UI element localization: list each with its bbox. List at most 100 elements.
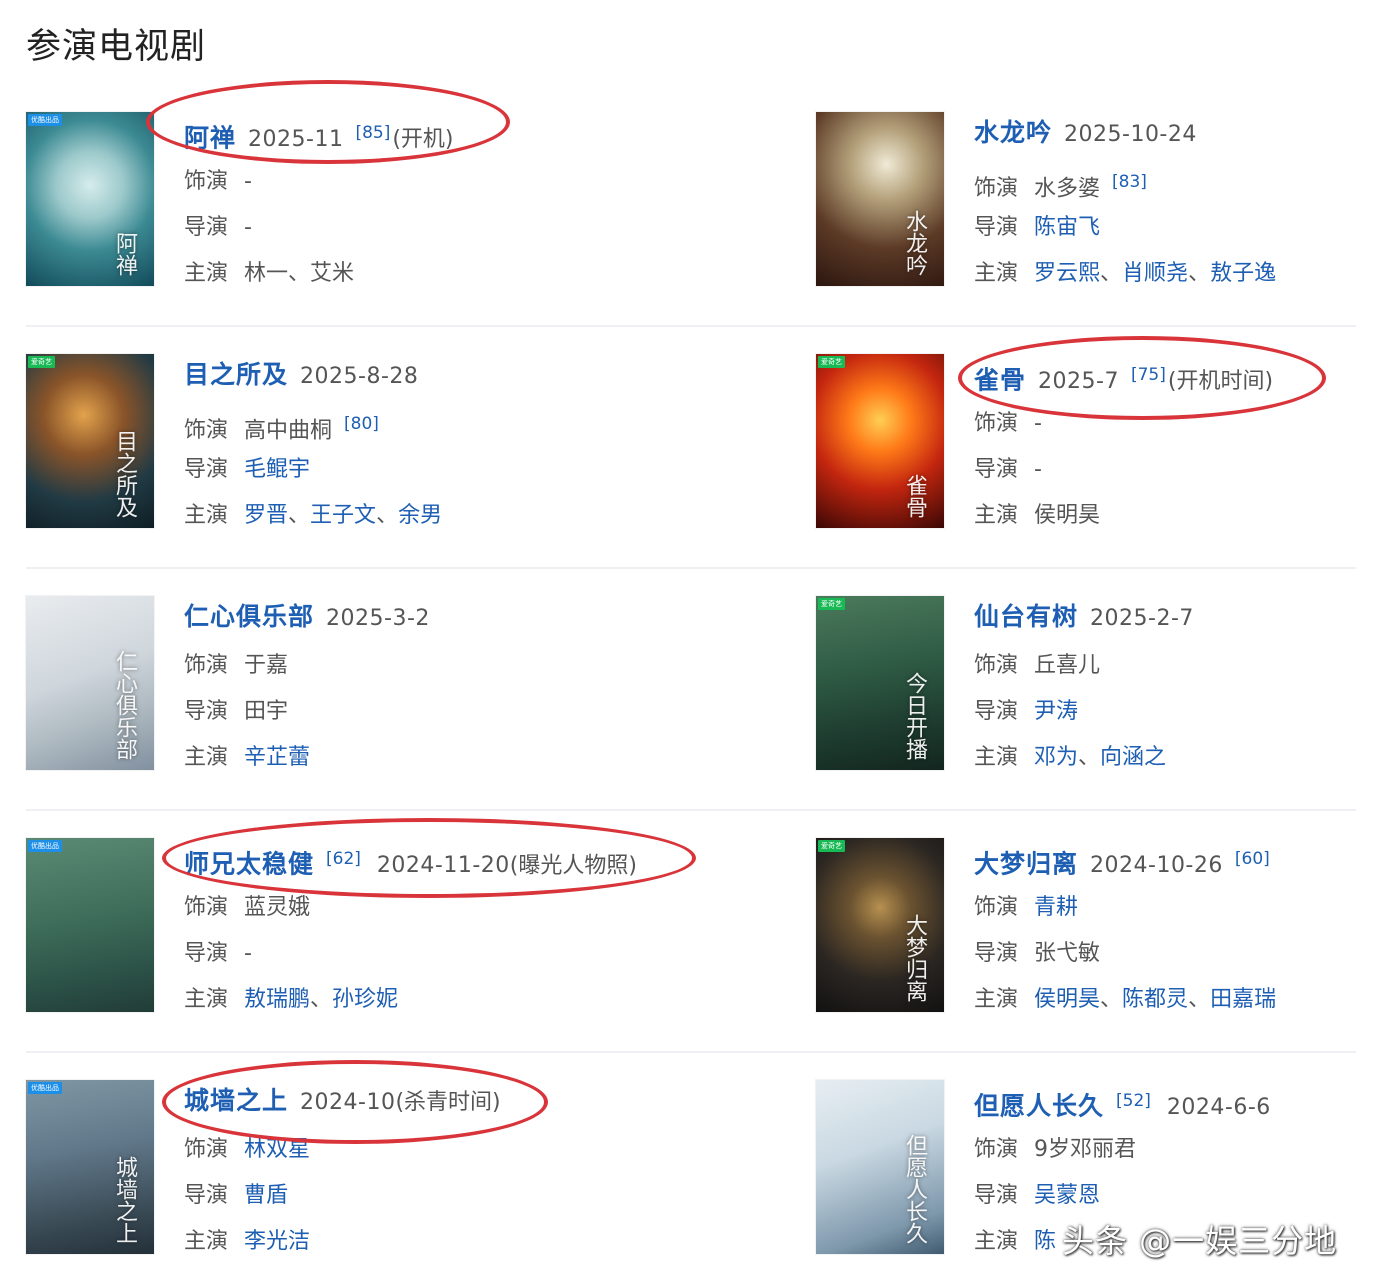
poster-image[interactable]: 爱奇艺 大梦归离 [816,838,944,1012]
title-line: 雀骨 2025-7 [75](开机时间) [974,358,1273,394]
poster-image[interactable]: 爱奇艺 今日开播 [816,596,944,770]
person-link[interactable]: 曹盾 [244,1183,288,1208]
person-link[interactable]: 李光洁 [244,1229,310,1254]
title-line: 仁心俱乐部 2025-3-2 [184,600,430,634]
role-label: 饰演 [974,895,1019,920]
reference-link[interactable]: [62] [326,849,361,869]
name-separator: 、 [1100,261,1123,286]
person-name: - [1034,457,1042,482]
drama-title-link[interactable]: 但愿人长久 [974,1091,1104,1120]
poster-image[interactable]: 爱奇艺 雀骨 [816,354,944,528]
reference-link[interactable]: [83] [1112,172,1147,192]
drama-title-link[interactable]: 水龙吟 [974,118,1052,147]
reference-link[interactable]: [85] [355,123,390,143]
person-link[interactable]: 侯明昊 [1034,987,1100,1012]
date-note: (曝光人物照) [509,853,637,879]
release-date: 2025-3-2 [326,606,430,631]
poster-image[interactable]: 但愿人长久 [816,1080,944,1254]
poster-image[interactable]: 水龙吟 [816,112,944,286]
person-link[interactable]: 王子文 [310,503,376,528]
title-line: 阿禅 2025-11 [85](开机) [184,116,454,152]
drama-title-link[interactable]: 仙台有树 [974,602,1078,631]
drama-entry: 仁心俱乐部 仁心俱乐部 2025-3-2 饰演 于嘉 导演 田宇 主演 辛芷蕾 [26,596,586,772]
name-separator: 、 [288,503,311,528]
person-link[interactable]: 敖瑞鹏 [244,987,310,1012]
release-date: 2024-6-6 [1166,1095,1271,1121]
person-name: 田宇 [244,699,289,724]
director-label: 导演 [184,941,229,966]
drama-title-link[interactable]: 城墙之上 [184,1086,288,1115]
role-link[interactable]: 青耕 [1034,895,1078,920]
role-field: 饰演 青耕 [974,892,1078,924]
drama-title-link[interactable]: 阿禅 [184,123,236,152]
reference-link[interactable]: [75] [1131,365,1166,385]
drama-title-link[interactable]: 目之所及 [184,360,288,389]
role-label: 饰演 [184,1137,229,1162]
person-link[interactable]: 罗云熙 [1034,261,1100,286]
cast-field: 主演 辛芷蕾 [184,742,310,774]
person-link[interactable]: 敖子逸 [1210,261,1276,286]
person-link[interactable]: 陈 [1034,1229,1056,1254]
name-separator: 、 [1188,987,1211,1012]
person-link[interactable]: 肖顺尧 [1122,261,1188,286]
person-name: - [244,215,252,240]
release-date: 2024-10 [300,1090,396,1115]
person-link[interactable]: 辛芷蕾 [244,745,310,770]
poster-title: 城墙之上 [112,1156,137,1244]
reference-link[interactable]: [80] [344,414,379,434]
release-date: 2025-10-24 [1064,122,1197,147]
person-link[interactable]: 毛鲲宇 [244,457,310,482]
director-label: 导演 [184,457,229,482]
poster-image[interactable]: 优酷出品 [26,838,154,1012]
person-link[interactable]: 吴蒙恩 [1034,1183,1100,1208]
role-field: 饰演 林双星 [184,1134,310,1166]
director-field: 导演 吴蒙恩 [974,1180,1100,1212]
role-field: 饰演 高中曲桐 [80] [184,408,379,444]
person-link[interactable]: 罗晋 [244,503,288,528]
role-field: 饰演 于嘉 [184,650,288,682]
poster-badge: 优酷出品 [28,840,62,852]
role-link[interactable]: 林双星 [244,1137,310,1162]
role-field: 饰演 - [184,166,252,198]
role-value: 高中曲桐 [244,418,333,444]
poster-image[interactable]: 优酷出品 城墙之上 [26,1080,154,1254]
cast-field: 主演 侯明昊、陈都灵、田嘉瑞 [974,984,1276,1016]
director-field: 导演 曹盾 [184,1180,288,1212]
person-name: 艾米 [310,261,355,286]
reference-link[interactable]: [52] [1116,1091,1151,1111]
drama-title-link[interactable]: 大梦归离 [974,849,1078,878]
person-link[interactable]: 余男 [398,503,442,528]
date-note: (杀青时间) [395,1090,501,1115]
drama-title-link[interactable]: 师兄太稳健 [184,849,314,878]
person-link[interactable]: 陈都灵 [1122,987,1188,1012]
person-link[interactable]: 孙珍妮 [332,987,398,1012]
drama-entry: 优酷出品 城墙之上 城墙之上 2024-10(杀青时间) 饰演 林双星 导演 曹盾 主演 李光洁 [26,1080,586,1256]
role-field: 饰演 丘喜儿 [974,650,1100,682]
person-link[interactable]: 田嘉瑞 [1210,987,1276,1012]
role-label: 饰演 [184,895,229,920]
person-link[interactable]: 向涵之 [1100,745,1166,770]
role-label: 饰演 [974,1137,1019,1162]
director-label: 导演 [974,941,1019,966]
director-field: 导演 尹涛 [974,696,1078,728]
drama-title-link[interactable]: 仁心俱乐部 [184,602,314,631]
role-label: 饰演 [974,176,1019,202]
section-heading: 参演电视剧 [26,27,207,67]
cast-field: 主演 邓为、向涵之 [974,742,1166,774]
cast-field: 主演 罗晋、王子文、余男 [184,500,442,532]
role-field: 饰演 蓝灵娥 [184,892,310,924]
poster-image[interactable]: 爱奇艺 目之所及 [26,354,154,528]
director-field: 导演 张弋敏 [974,938,1100,970]
reference-link[interactable]: [60] [1235,849,1270,869]
cast-label: 主演 [974,987,1019,1012]
person-link[interactable]: 邓为 [1034,745,1078,770]
poster-image[interactable]: 仁心俱乐部 [26,596,154,770]
poster-image[interactable]: 优酷出品 阿禅 [26,112,154,286]
cast-label: 主演 [184,503,229,528]
drama-entry: 爱奇艺 今日开播 仙台有树 2025-2-7 饰演 丘喜儿 导演 尹涛 主演 邓为、向涵之 [816,596,1376,772]
drama-title-link[interactable]: 雀骨 [974,365,1026,394]
title-line: 目之所及 2025-8-28 [184,358,418,392]
poster-title: 目之所及 [112,430,137,518]
person-link[interactable]: 陈宙飞 [1034,215,1100,240]
person-link[interactable]: 尹涛 [1034,699,1078,724]
